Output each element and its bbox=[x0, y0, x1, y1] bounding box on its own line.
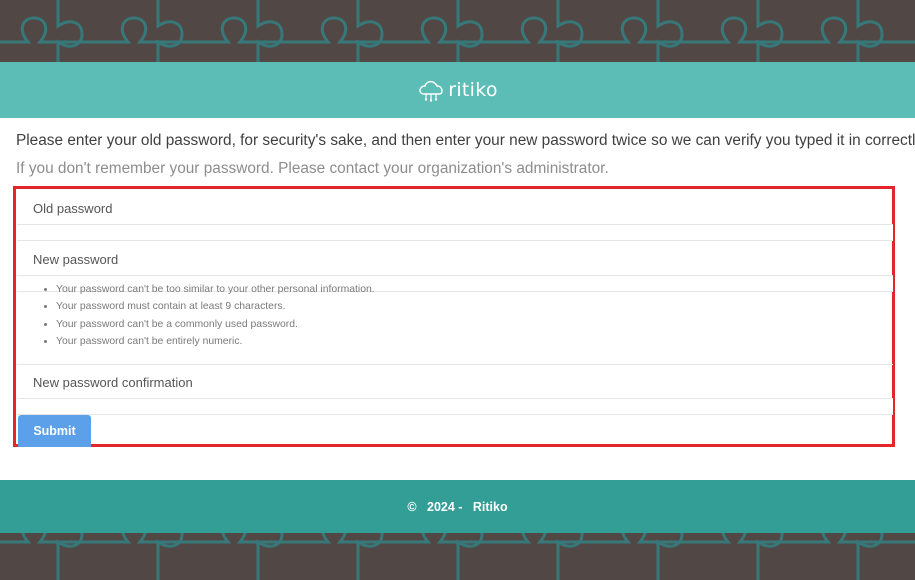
password-rule: Your password can't be a commonly used p… bbox=[56, 316, 375, 333]
footer: © 2024 - Ritiko bbox=[0, 480, 915, 533]
admin-hint-text: If you don't remember your password. Ple… bbox=[16, 160, 609, 177]
footer-company-link[interactable]: Ritiko bbox=[473, 500, 508, 514]
password-change-card: ritiko Please enter your old password, f… bbox=[0, 62, 915, 480]
password-change-form: Old password New password Your password … bbox=[13, 186, 895, 447]
password-rule: Your password must contain at least 9 ch… bbox=[56, 298, 375, 315]
brand-header: ritiko bbox=[0, 62, 915, 118]
password-rule: Your password can't be too similar to yo… bbox=[56, 281, 375, 298]
field-divider bbox=[17, 364, 893, 365]
old-password-label: Old password bbox=[33, 201, 113, 216]
password-rule: Your password can't be entirely numeric. bbox=[56, 333, 375, 350]
confirm-password-label: New password confirmation bbox=[33, 375, 193, 390]
copyright-symbol: © bbox=[407, 499, 417, 514]
password-rules-list: Your password can't be too similar to yo… bbox=[38, 281, 375, 350]
new-password-label: New password bbox=[33, 252, 119, 267]
intro-text: Please enter your old password, for secu… bbox=[16, 132, 915, 149]
submit-button[interactable]: Submit bbox=[18, 415, 91, 447]
cloud-network-icon bbox=[419, 80, 443, 102]
brand-name: ritiko bbox=[448, 79, 498, 101]
confirm-password-input[interactable] bbox=[17, 398, 893, 415]
footer-year: 2024 - bbox=[427, 499, 463, 514]
old-password-input[interactable] bbox=[17, 224, 893, 241]
brand-logo[interactable]: ritiko bbox=[417, 78, 498, 102]
